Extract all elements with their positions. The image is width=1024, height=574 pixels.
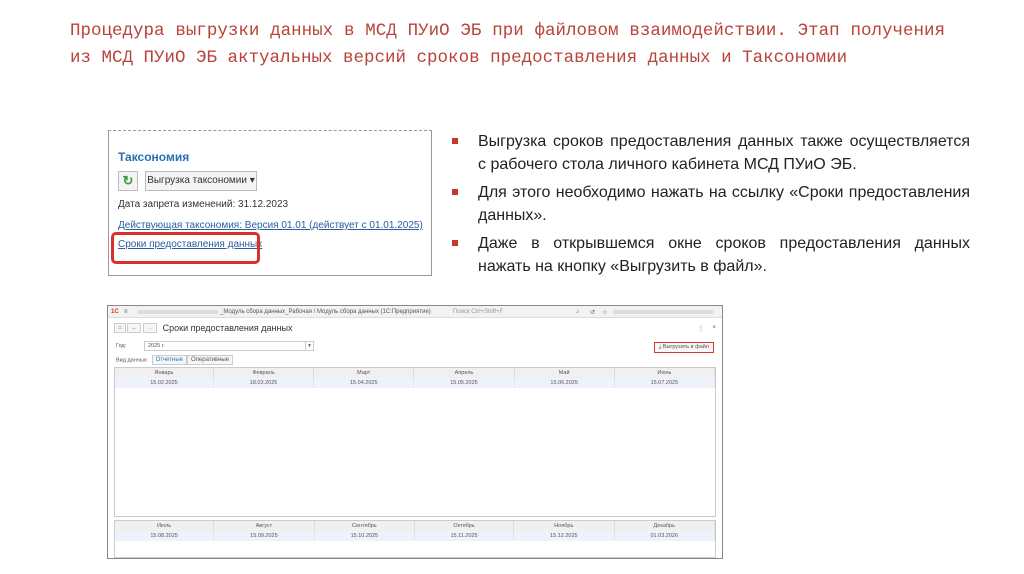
table-second-half: Июль Август Сентябрь Октябрь Ноябрь Декабрь 1… [114, 520, 716, 558]
month-header: Ноябрь [513, 521, 615, 531]
app-window: 1С ≡ _Модуль сбора данных_Рабочая / Моду… [107, 305, 723, 559]
date-cell[interactable]: 15.06.2025 [514, 378, 615, 388]
year-row: Год: 2025 г. ▾ [116, 341, 314, 351]
data-type-row: Вид данных: Отчетные Оперативные [116, 355, 234, 365]
history-icon[interactable]: ↺ [590, 309, 595, 316]
year-value: 2025 г. [148, 343, 165, 349]
title-bar: 1С ≡ _Модуль сбора данных_Рабочая / Моду… [108, 306, 722, 318]
month-header: Декабрь [614, 521, 716, 531]
export-file-label: Выгрузить в файл [662, 344, 709, 350]
form-nav: ⌂ ← → Сроки предоставления данных ⋮ × [114, 323, 716, 335]
export-file-button[interactable]: ⤓ Выгрузить в файл [653, 342, 714, 353]
year-label: Год: [116, 343, 127, 349]
redacted-text [138, 310, 218, 314]
home-button[interactable]: ⌂ [114, 323, 126, 333]
taxonomy-heading: Таксономия [118, 150, 190, 164]
year-select[interactable]: 2025 г. ▾ [144, 341, 314, 351]
tab-operational[interactable]: Оперативные [186, 355, 234, 365]
refresh-icon[interactable]: ↻ [118, 171, 138, 191]
date-cell[interactable]: 15.04.2025 [313, 378, 415, 388]
table-row[interactable]: 15.02.2025 18.03.2025 15.04.2025 15.05.2025… [115, 378, 716, 388]
menu-icon[interactable]: ≡ [124, 309, 128, 315]
highlight-frame [111, 232, 260, 264]
data-type-label: Вид данных: [116, 357, 149, 364]
month-header: Сентябрь [314, 521, 416, 531]
bullet-list: Выгрузка сроков предоставления данных та… [450, 130, 970, 283]
window-caption: _Модуль сбора данных_Рабочая / Модуль сб… [220, 309, 431, 315]
more-icon[interactable]: ⋮ [698, 325, 704, 332]
month-header: Август [213, 521, 315, 531]
bell-icon[interactable]: ♪ [576, 309, 579, 315]
month-header: Июль [115, 521, 215, 531]
app-logo: 1С [111, 309, 119, 315]
date-cell[interactable]: 15.08.2025 [115, 531, 215, 541]
month-header: Апрель [413, 368, 515, 378]
date-cell[interactable]: 15.11.2025 [414, 531, 515, 541]
date-cell[interactable]: 15.09.2025 [213, 531, 315, 541]
date-cell[interactable]: 15.02.2025 [115, 378, 214, 388]
close-icon[interactable]: × [712, 325, 716, 331]
export-taxonomy-label: Выгрузка таксономии [147, 175, 247, 186]
month-header: Февраль [213, 368, 315, 378]
slide-title: Процедура выгрузки данных в МСД ПУиО ЭБ … [70, 21, 945, 68]
bullet-item: Выгрузка сроков предоставления данных та… [450, 130, 970, 176]
back-button[interactable]: ← [127, 323, 142, 333]
ban-date: Дата запрета изменений: 31.12.2023 [118, 199, 289, 210]
export-taxonomy-dropdown[interactable]: Выгрузка таксономии ▾ [145, 171, 257, 191]
current-taxonomy-link[interactable]: Действующая таксономия: Версия 01.01 (де… [118, 220, 423, 231]
date-cell[interactable]: 15.12.2025 [513, 531, 615, 541]
table-first-half: Январь Февраль Март Апрель Май Июнь 15.02.202… [114, 367, 716, 517]
tab-reporting[interactable]: Отчетные [151, 355, 187, 365]
date-cell[interactable]: 15.05.2025 [413, 378, 515, 388]
taxonomy-panel: Таксономия ↻ Выгрузка таксономии ▾ Дата … [108, 130, 432, 276]
table-row[interactable]: 15.08.2025 15.09.2025 15.10.2025 15.11.2025… [115, 531, 716, 541]
search-input[interactable]: Поиск Ctrl+Shift+F [453, 309, 503, 315]
month-header: Январь [115, 368, 214, 378]
month-header: Март [313, 368, 415, 378]
date-cell[interactable]: 15.07.2025 [614, 378, 716, 388]
star-icon[interactable]: ☆ [602, 309, 607, 316]
bullet-item: Даже в открывшемся окне сроков предостав… [450, 232, 970, 278]
month-header: Октябрь [414, 521, 515, 531]
month-header: Июнь [614, 368, 716, 378]
bullet-item: Для этого необходимо нажать на ссылку «С… [450, 181, 970, 227]
redacted-user [613, 310, 713, 314]
month-header: Май [514, 368, 615, 378]
form-title: Сроки предоставления данных [162, 323, 293, 333]
forward-button[interactable]: → [142, 323, 157, 333]
date-cell[interactable]: 15.10.2025 [314, 531, 416, 541]
date-cell[interactable]: 18.03.2025 [213, 378, 315, 388]
date-cell[interactable]: 01.03.2026 [614, 531, 716, 541]
